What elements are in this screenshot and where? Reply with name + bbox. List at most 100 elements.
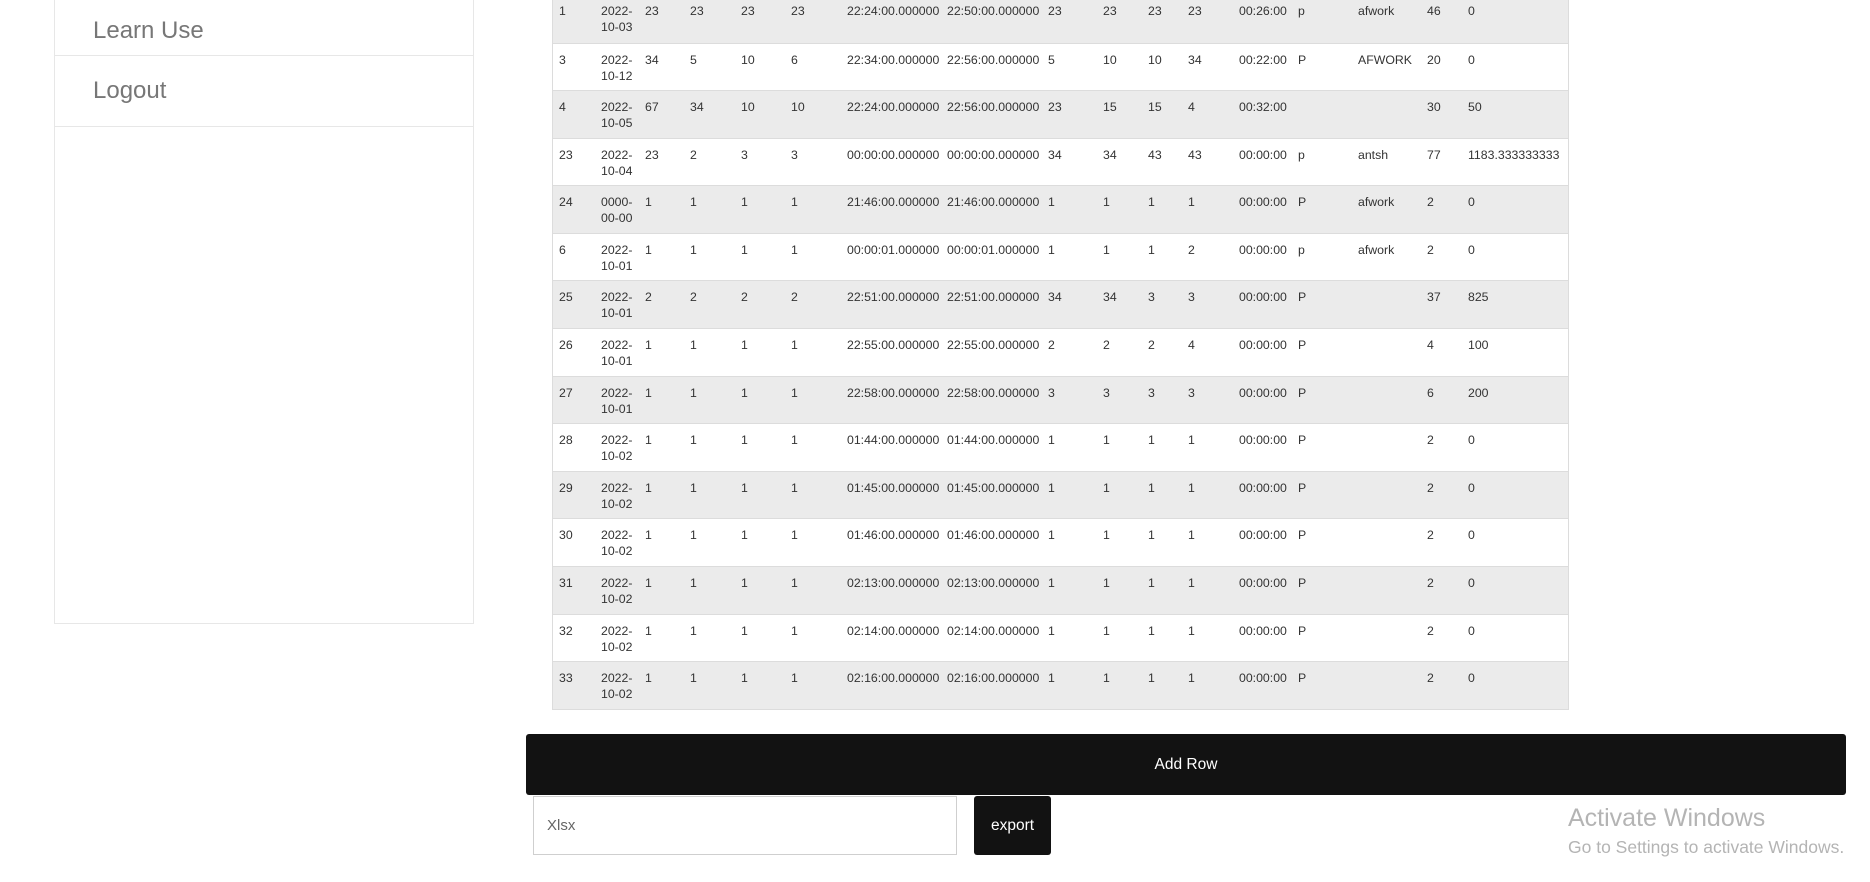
table-cell: 3 <box>1097 375 1142 424</box>
table-cell: 1 <box>1182 518 1233 567</box>
table-cell: 0 <box>1462 566 1568 615</box>
table-row: 1 2022-10-03 23 23 23 23 22:24:00.000000 22:50:… <box>553 0 1568 43</box>
table-cell: P <box>1292 661 1352 710</box>
table-cell: 2022-10-02 <box>595 613 639 662</box>
table-cell: 4 <box>1421 328 1462 377</box>
table-cell: 825 <box>1462 280 1568 329</box>
table-cell: 2 <box>639 280 684 329</box>
table-cell: 6 <box>553 232 595 281</box>
table-cell: p <box>1292 232 1352 281</box>
table-cell: 00:00:00 <box>1233 661 1292 710</box>
table-cell: 4 <box>553 90 595 139</box>
table-cell: 5 <box>1042 42 1097 91</box>
table-row: 31 2022-10-02 1 1 1 1 02:13:00.000000 02:13:00.… <box>553 566 1568 615</box>
watermark-subtitle: Go to Settings to activate Windows. <box>1568 837 1845 857</box>
sidebar-item-logout[interactable]: Logout <box>55 56 473 127</box>
table-cell: 01:45:00.000000 <box>841 470 941 519</box>
table-cell: 2 <box>1421 423 1462 472</box>
table-cell: 0 <box>1462 661 1568 710</box>
table-cell: 23 <box>735 0 785 43</box>
table-cell: 1 <box>684 613 735 662</box>
add-row-button[interactable]: Add Row <box>526 734 1846 795</box>
table-cell: 31 <box>553 566 595 615</box>
table-cell: 2 <box>1421 661 1462 710</box>
table-cell: 00:00:01.000000 <box>941 232 1042 281</box>
table-cell: P <box>1292 42 1352 91</box>
table-cell: 23 <box>1182 0 1233 43</box>
export-filename-input[interactable] <box>533 796 957 855</box>
table-cell: 1 <box>684 423 735 472</box>
table-cell: 3 <box>1142 280 1182 329</box>
table-cell: afwork <box>1352 185 1421 234</box>
table-row: 26 2022-10-01 1 1 1 1 22:55:00.000000 22:55:00.… <box>553 328 1568 377</box>
table-cell: 00:00:00 <box>1233 613 1292 662</box>
table-cell: 1 <box>785 470 841 519</box>
table-cell: 2022-10-02 <box>595 518 639 567</box>
table-cell: 2 <box>1421 518 1462 567</box>
table-cell: 1 <box>1042 232 1097 281</box>
table-cell: 22:51:00.000000 <box>841 280 941 329</box>
table-cell: 1 <box>639 518 684 567</box>
table-cell <box>1352 280 1421 329</box>
table-cell: 6 <box>785 42 841 91</box>
table-cell: 1 <box>639 232 684 281</box>
table-cell: 22:51:00.000000 <box>941 280 1042 329</box>
watermark-title: Activate Windows <box>1568 804 1766 832</box>
table-cell: 1 <box>785 185 841 234</box>
table-cell: 2022-10-01 <box>595 280 639 329</box>
table-cell: 23 <box>639 137 684 186</box>
table-cell: 2022-10-04 <box>595 137 639 186</box>
table-cell: P <box>1292 375 1352 424</box>
table-cell: 1 <box>1042 185 1097 234</box>
table-cell: 1 <box>639 661 684 710</box>
table-cell: 1 <box>1182 613 1233 662</box>
table-cell: 1 <box>735 185 785 234</box>
table-cell: 27 <box>553 375 595 424</box>
table-cell: 1 <box>639 613 684 662</box>
table-cell <box>1352 375 1421 424</box>
sidebar: Learn Use Logout <box>54 0 474 624</box>
table-cell: 0 <box>1462 0 1568 43</box>
table-cell: 1 <box>735 518 785 567</box>
table-cell: 2022-10-02 <box>595 470 639 519</box>
table-row: 33 2022-10-02 1 1 1 1 02:16:00.000000 02:16:00.… <box>553 661 1568 710</box>
table-cell: 02:16:00.000000 <box>941 661 1042 710</box>
table-row: 4 2022-10-05 67 34 10 10 22:24:00.000000 22:56:… <box>553 90 1568 139</box>
table-cell: 34 <box>1042 280 1097 329</box>
export-button[interactable]: export <box>974 796 1051 855</box>
sidebar-item-learn-use[interactable]: Learn Use <box>55 0 473 56</box>
table-body: 1 2022-10-03 23 23 23 23 22:24:00.000000 22:50:… <box>553 0 1568 710</box>
table-cell: 3 <box>1182 375 1233 424</box>
table-cell: 0 <box>1462 232 1568 281</box>
table-cell: 00:00:00 <box>1233 280 1292 329</box>
table-cell: 00:00:00.000000 <box>841 137 941 186</box>
table-cell: 00:00:00 <box>1233 232 1292 281</box>
table-cell: 34 <box>1097 280 1142 329</box>
table-cell: 10 <box>735 42 785 91</box>
table-cell: 1 <box>1182 566 1233 615</box>
table-cell <box>1352 90 1421 139</box>
table-cell: 1 <box>553 0 595 43</box>
table-cell: 29 <box>553 470 595 519</box>
table-cell: 01:44:00.000000 <box>841 423 941 472</box>
table-row: 27 2022-10-01 1 1 1 1 22:58:00.000000 22:58:00.… <box>553 375 1568 424</box>
table-cell: 02:13:00.000000 <box>841 566 941 615</box>
table-cell: 2 <box>1042 328 1097 377</box>
table-cell: 22:24:00.000000 <box>841 90 941 139</box>
table-cell: 22:50:00.000000 <box>941 0 1042 43</box>
table-cell: 1 <box>1142 518 1182 567</box>
table-cell: 10 <box>785 90 841 139</box>
table-cell: 2022-10-02 <box>595 423 639 472</box>
table-cell: 1 <box>785 423 841 472</box>
table-cell: 1 <box>735 232 785 281</box>
table-cell: 23 <box>1097 0 1142 43</box>
table-cell: 1 <box>1097 185 1142 234</box>
table-cell: 5 <box>684 42 735 91</box>
table-cell: 21:46:00.000000 <box>941 185 1042 234</box>
table-cell: 00:00:00 <box>1233 566 1292 615</box>
sidebar-item-label: Learn Use <box>93 16 204 44</box>
table-cell <box>1352 613 1421 662</box>
table-cell: 01:46:00.000000 <box>941 518 1042 567</box>
table-cell: 1 <box>1097 661 1142 710</box>
table-cell: 22:58:00.000000 <box>941 375 1042 424</box>
